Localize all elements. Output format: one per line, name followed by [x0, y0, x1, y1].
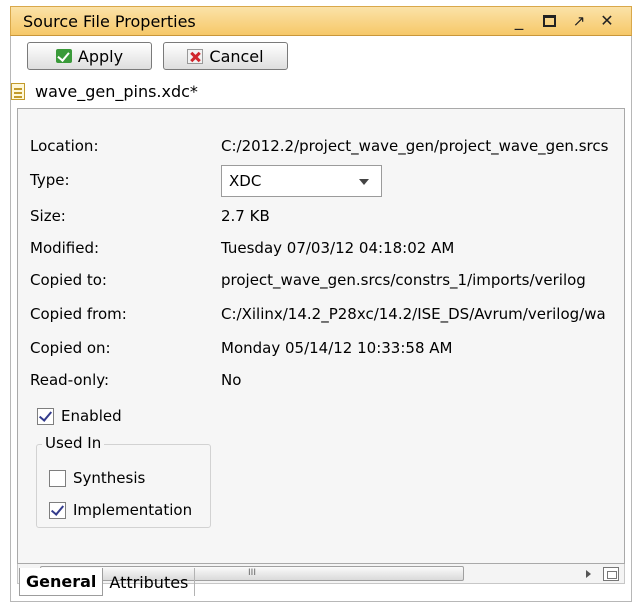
property-label: Type:: [30, 171, 70, 189]
property-label: Copied to:: [30, 271, 107, 289]
used-in-title: Used In: [42, 434, 105, 452]
property-label: Read-only:: [30, 371, 110, 389]
enabled-checkbox[interactable]: [37, 408, 54, 425]
general-properties-panel: Location: C:/2012.2/project_wave_gen/pro…: [17, 108, 625, 564]
property-label: Size:: [30, 207, 66, 225]
cancel-button[interactable]: Cancel: [163, 42, 288, 70]
property-label: Modified:: [30, 239, 100, 257]
apply-button[interactable]: Apply: [27, 42, 152, 70]
window-restore-icon[interactable]: [603, 567, 619, 581]
synthesis-label: Synthesis: [73, 469, 146, 487]
file-header: wave_gen_pins.xdc*: [11, 78, 198, 104]
property-label: Location:: [30, 137, 99, 155]
property-row-read-only: Read-only: No: [18, 371, 624, 393]
implementation-checkbox[interactable]: [49, 502, 66, 519]
file-icon: [11, 82, 25, 100]
type-dropdown[interactable]: XDC: [221, 165, 382, 197]
property-value: 2.7 KB: [221, 207, 270, 225]
property-value: project_wave_gen.srcs/constrs_1/imports/…: [221, 271, 586, 289]
property-row-copied-from: Copied from: C:/Xilinx/14.2_P28xc/14.2/I…: [18, 305, 624, 327]
window-titlebar[interactable]: Source File Properties _ ↗ ✕: [10, 6, 632, 36]
property-value: C:/Xilinx/14.2_P28xc/14.2/ISE_DS/Avrum/v…: [221, 305, 606, 323]
enabled-label: Enabled: [61, 407, 122, 425]
property-tabs: General Attributes: [19, 568, 196, 596]
property-row-copied-on: Copied on: Monday 05/14/12 10:33:58 AM: [18, 339, 624, 361]
tab-general[interactable]: General: [19, 568, 104, 596]
window-title: Source File Properties: [23, 11, 196, 31]
restore-icon[interactable]: ↗: [567, 11, 591, 31]
minimize-icon[interactable]: _: [507, 11, 531, 31]
tab-attributes[interactable]: Attributes: [103, 568, 196, 596]
property-value: Monday 05/14/12 10:33:58 AM: [221, 339, 453, 357]
properties-window: Apply Cancel wave_gen_pins.xdc* Location…: [10, 36, 632, 602]
implementation-label: Implementation: [73, 501, 193, 519]
property-label: Copied from:: [30, 305, 127, 323]
synthesis-checkbox[interactable]: [49, 470, 66, 487]
property-value: Tuesday 07/03/12 04:18:02 AM: [221, 239, 455, 257]
apply-button-label: Apply: [77, 46, 124, 66]
property-row-location: Location: C:/2012.2/project_wave_gen/pro…: [18, 137, 624, 159]
maximize-icon[interactable]: [537, 11, 561, 31]
property-row-size: Size: 2.7 KB: [18, 207, 624, 229]
cancel-button-label: Cancel: [209, 46, 264, 66]
chevron-down-icon: [359, 179, 369, 185]
file-name: wave_gen_pins.xdc*: [35, 81, 198, 101]
property-row-copied-to: Copied to: project_wave_gen.srcs/constrs…: [18, 271, 624, 293]
cancel-x-icon: [187, 48, 204, 64]
scroll-right-icon[interactable]: [586, 570, 591, 578]
property-value: No: [221, 371, 242, 389]
property-label: Copied on:: [30, 339, 111, 357]
property-value: C:/2012.2/project_wave_gen/project_wave_…: [221, 137, 609, 155]
type-dropdown-value: XDC: [229, 172, 262, 190]
close-icon[interactable]: ✕: [595, 11, 619, 31]
property-row-modified: Modified: Tuesday 07/03/12 04:18:02 AM: [18, 239, 624, 261]
property-row-type: Type: XDC: [18, 165, 624, 197]
checkmark-icon: [55, 49, 72, 63]
